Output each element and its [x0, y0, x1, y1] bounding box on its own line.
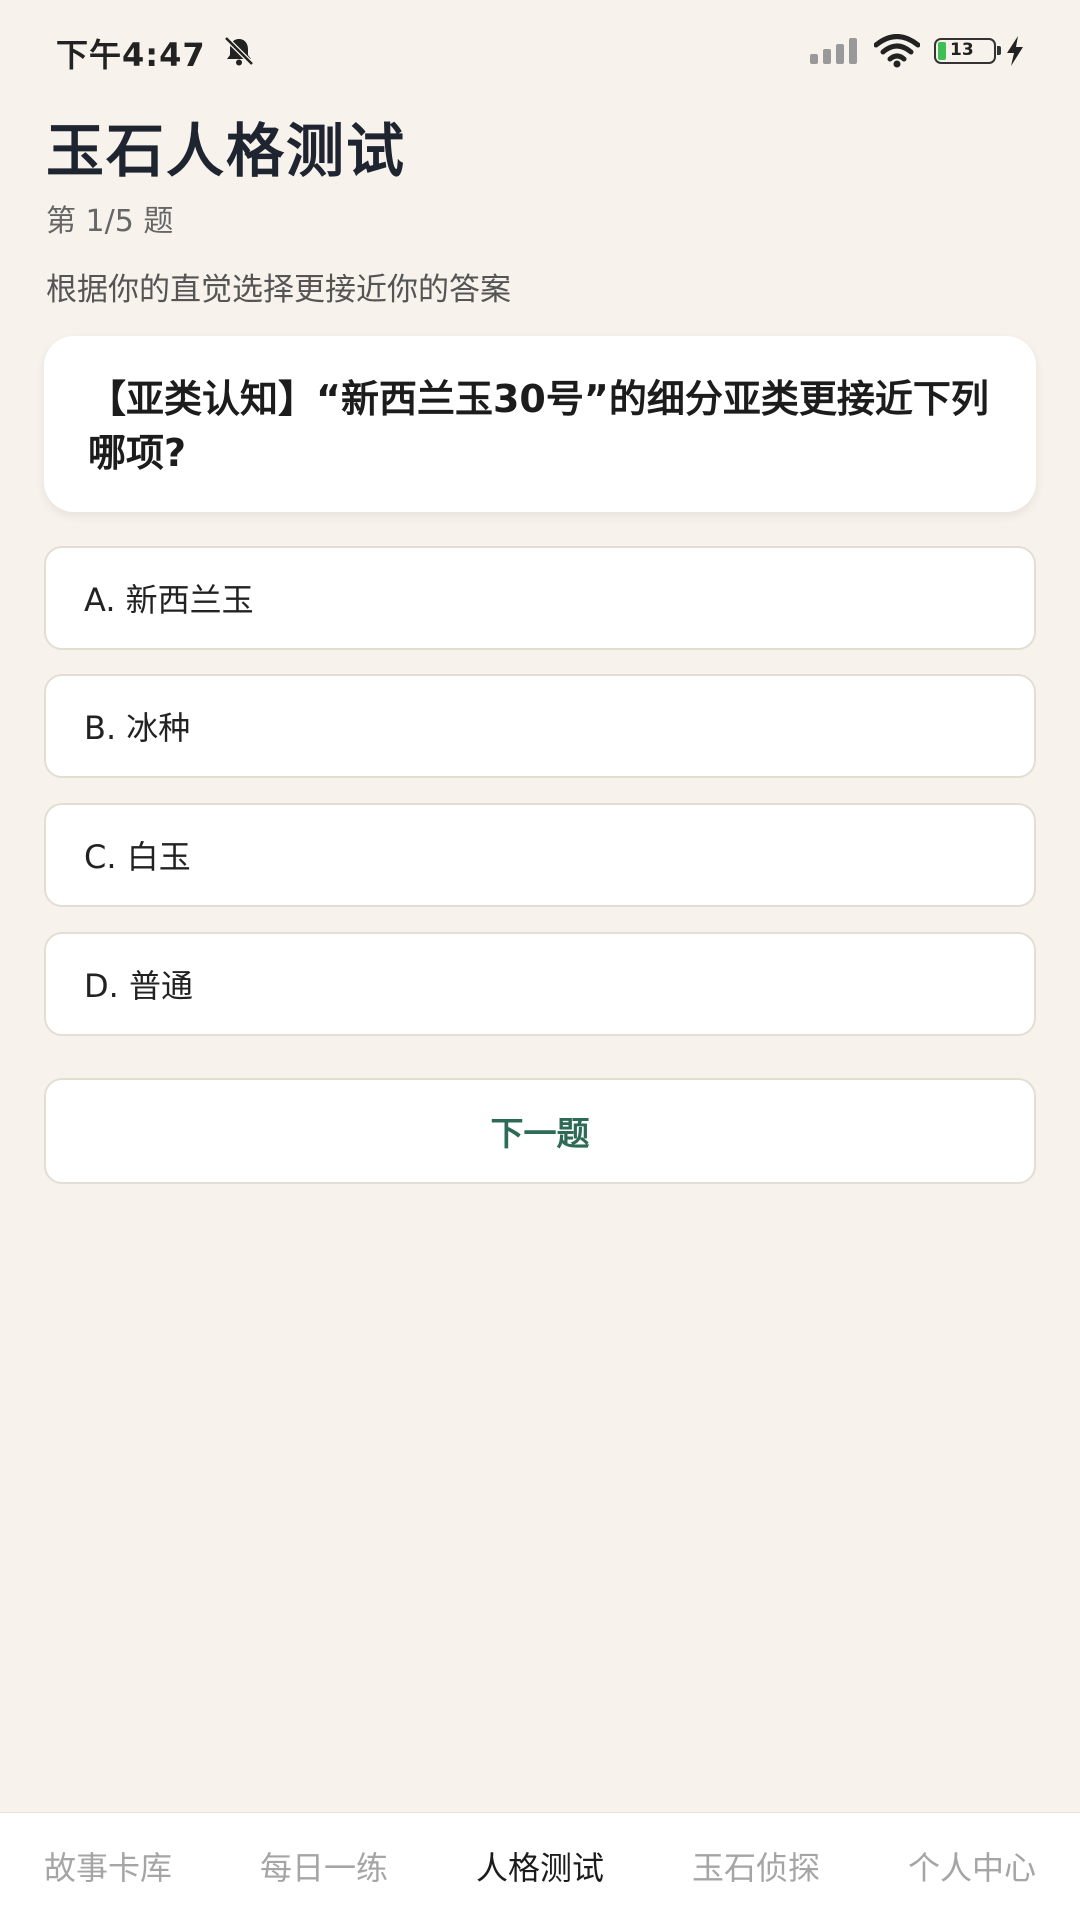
nav-item-profile[interactable]: 个人中心 — [864, 1813, 1080, 1921]
option-label: D. 普通 — [84, 967, 193, 1005]
option-c[interactable]: C. 白玉 — [44, 803, 1036, 907]
option-label: C. 白玉 — [84, 838, 191, 876]
next-question-button[interactable]: 下一题 — [44, 1078, 1036, 1184]
option-label: B. 冰种 — [84, 709, 191, 747]
instruction-text: 根据你的直觉选择更接近你的答案 — [46, 272, 511, 308]
battery-level: 13 — [950, 40, 974, 60]
nav-item-jade-detective[interactable]: 玉石侦探 — [648, 1813, 864, 1921]
question-text: 【亚类认知】“新西兰玉30号”的细分亚类更接近下列哪项? — [88, 377, 989, 475]
nav-item-personality-test[interactable]: 人格测试 — [432, 1813, 648, 1921]
page-title: 玉石人格测试 — [46, 117, 407, 185]
bottom-nav: 故事卡库 每日一练 人格测试 玉石侦探 个人中心 — [0, 1812, 1080, 1921]
battery-fill — [938, 42, 946, 60]
wifi-icon — [874, 34, 920, 68]
nav-item-story-cards[interactable]: 故事卡库 — [0, 1813, 216, 1921]
option-label: A. 新西兰玉 — [84, 581, 254, 619]
battery-indicator: 13 — [934, 38, 1001, 64]
nav-item-daily-practice[interactable]: 每日一练 — [216, 1813, 432, 1921]
status-bar: 下午4:47 13 — [0, 0, 1080, 100]
bell-slash-icon — [224, 36, 254, 66]
option-d[interactable]: D. 普通 — [44, 932, 1036, 1036]
battery-nub — [997, 46, 1001, 55]
status-time: 下午4:47 — [56, 36, 206, 74]
question-card: 【亚类认知】“新西兰玉30号”的细分亚类更接近下列哪项? — [44, 336, 1036, 512]
option-b[interactable]: B. 冰种 — [44, 674, 1036, 778]
lightning-icon — [1007, 36, 1023, 66]
option-a[interactable]: A. 新西兰玉 — [44, 546, 1036, 650]
question-counter: 第 1/5 题 — [46, 204, 174, 239]
cellular-signal-icon — [810, 38, 857, 64]
